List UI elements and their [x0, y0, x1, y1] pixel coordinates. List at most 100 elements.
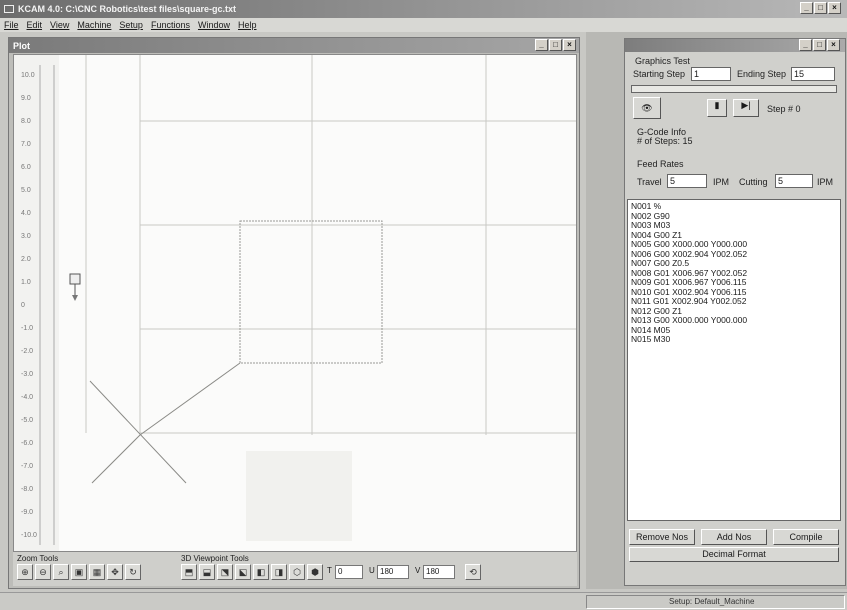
view-top-icon[interactable]: ⬒	[181, 564, 197, 580]
travel-label: Travel	[637, 177, 662, 187]
view-bottom-icon[interactable]: ◨	[271, 564, 287, 580]
run-simulation-button[interactable]: 👁	[633, 97, 661, 119]
ruler-tick-label: -10.0	[21, 532, 37, 539]
zoom-window-icon[interactable]: ⌕	[53, 564, 69, 580]
pan-icon[interactable]: ✥	[107, 564, 123, 580]
u-label: U	[369, 566, 375, 575]
menu-functions[interactable]: Functions	[151, 20, 190, 30]
plot-canvas[interactable]: 10.0 9.0 8.0 7.0 6.0 5.0 4.0 3.0 2.0 1.0…	[13, 54, 577, 552]
cutting-ipm-label: IPM	[817, 177, 834, 187]
menu-setup[interactable]: Setup	[119, 20, 143, 30]
ruler-tick-label: 8.0	[21, 118, 31, 125]
graphics-maximize-button[interactable]: □	[813, 39, 826, 51]
graphics-title-bar: _ □ ×	[625, 39, 845, 52]
ending-step-input[interactable]: 15	[791, 67, 835, 81]
menu-file[interactable]: File	[4, 20, 19, 30]
view-back-icon[interactable]: ◧	[253, 564, 269, 580]
feed-rates-label: Feed Rates	[637, 159, 684, 169]
ruler-tick-label: -5.0	[21, 417, 34, 424]
ruler-tick-label: -3.0	[21, 371, 34, 378]
app-title-bar: KCAM 4.0: C:\CNC Robotics\test files\squ…	[0, 0, 847, 18]
gcode-listing[interactable]: N001 % N002 G90 N003 M03 N004 G00 Z1 N005 G0…	[627, 199, 841, 521]
t-spinner[interactable]: 0	[335, 565, 363, 579]
stop-button[interactable]: ▮	[707, 99, 727, 117]
num-steps-label: # of Steps: 15	[637, 136, 693, 146]
z-ruler: 10.0 9.0 8.0 7.0 6.0 5.0 4.0 3.0 2.0 1.0…	[14, 55, 81, 551]
ruler-tick-label: 10.0	[21, 72, 35, 79]
view-iso2-icon[interactable]: ⬢	[307, 564, 323, 580]
zoom-out-icon[interactable]: ⊖	[35, 564, 51, 580]
window-controls: _ □ ×	[800, 2, 841, 14]
v-label: V	[415, 566, 421, 575]
reset-view-icon[interactable]: ⟲	[465, 564, 481, 580]
travel-feed-input[interactable]: 5	[667, 174, 707, 188]
plot-maximize-button[interactable]: □	[549, 39, 562, 51]
ruler-tick-label: -8.0	[21, 486, 34, 493]
tool-position-icon[interactable]	[68, 273, 84, 303]
v-spinner[interactable]: 180	[423, 565, 455, 579]
plot-title-bar: Plot _ □ ×	[9, 38, 579, 53]
ruler-tick-label: 2.0	[21, 256, 31, 263]
menu-view[interactable]: View	[50, 20, 69, 30]
close-button[interactable]: ×	[828, 2, 841, 14]
menu-window[interactable]: Window	[198, 20, 230, 30]
ruler-tick-label: 4.0	[21, 210, 31, 217]
zoom-in-icon[interactable]: ⊕	[17, 564, 33, 580]
ruler-tick-label: -4.0	[21, 394, 34, 401]
graphics-window-controls: _ □ ×	[799, 39, 840, 51]
starting-step-label: Starting Step	[633, 69, 686, 79]
add-numbers-button[interactable]: Add Nos	[701, 529, 767, 545]
view-front-icon[interactable]: ⬓	[199, 564, 215, 580]
rapid-move-line	[139, 362, 241, 436]
tools-row: Zoom Tools 3D Viewpoint Tools ⊕ ⊖ ⌕ ▣ ▦ …	[13, 552, 577, 586]
plot-close-button[interactable]: ×	[563, 39, 576, 51]
ruler-tick-label: 9.0	[21, 95, 31, 102]
u-spinner[interactable]: 180	[377, 565, 409, 579]
plot-minimize-button[interactable]: _	[535, 39, 548, 51]
progress-bar	[631, 85, 837, 93]
cutting-feed-input[interactable]: 5	[775, 174, 813, 188]
binoculars-icon: 👁	[641, 103, 653, 113]
view-iso-icon[interactable]: ⬡	[289, 564, 305, 580]
ruler-tick-label: -6.0	[21, 440, 34, 447]
view-right-icon[interactable]: ⬔	[217, 564, 233, 580]
view-left-icon[interactable]: ⬕	[235, 564, 251, 580]
plot-window-controls: _ □ ×	[535, 39, 576, 51]
redraw-icon[interactable]: ↻	[125, 564, 141, 580]
graphics-window: _ □ × Graphics Test Starting Step 1 Endi…	[624, 38, 846, 586]
machine-setup-status: Setup: Default_Machine	[586, 595, 845, 609]
zoom-extents-icon[interactable]: ▣	[71, 564, 87, 580]
minimize-button[interactable]: _	[800, 2, 813, 14]
ruler-tick-label: -9.0	[21, 509, 34, 516]
menu-edit[interactable]: Edit	[27, 20, 43, 30]
zoom-tools-label: Zoom Tools	[17, 554, 59, 563]
ending-step-label: Ending Step	[737, 69, 787, 79]
compile-button[interactable]: Compile	[773, 529, 839, 545]
ruler-tick-label: 6.0	[21, 164, 31, 171]
square-toolpath	[239, 220, 383, 364]
zoom-all-icon[interactable]: ▦	[89, 564, 105, 580]
t-label: T	[327, 566, 332, 575]
menu-help[interactable]: Help	[238, 20, 257, 30]
decimal-format-button[interactable]: Decimal Format	[629, 547, 839, 562]
axis-line-y	[91, 434, 141, 484]
ruler-tick-label: 0	[21, 302, 25, 309]
app-icon	[4, 5, 14, 13]
axis-line-x	[89, 380, 187, 484]
graphics-close-button[interactable]: ×	[827, 39, 840, 51]
ruler-tick-label: 1.0	[21, 279, 31, 286]
ruler-tick-label: 7.0	[21, 141, 31, 148]
graphics-minimize-button[interactable]: _	[799, 39, 812, 51]
app-title: KCAM 4.0: C:\CNC Robotics\test files\squ…	[18, 4, 237, 14]
viewpoint-tools-label: 3D Viewpoint Tools	[181, 554, 249, 563]
remove-numbers-button[interactable]: Remove Nos	[629, 529, 695, 545]
starting-step-input[interactable]: 1	[691, 67, 731, 81]
ruler-tick-label: -2.0	[21, 348, 34, 355]
gcode-line[interactable]: N015 M30	[631, 334, 837, 345]
menu-bar: File Edit View Machine Setup Functions W…	[0, 18, 847, 32]
ruler-tick-label: -7.0	[21, 463, 34, 470]
step-button[interactable]: ▶|	[733, 99, 759, 117]
menu-machine[interactable]: Machine	[77, 20, 111, 30]
toolpath-drawing	[85, 55, 576, 541]
maximize-button[interactable]: □	[814, 2, 827, 14]
